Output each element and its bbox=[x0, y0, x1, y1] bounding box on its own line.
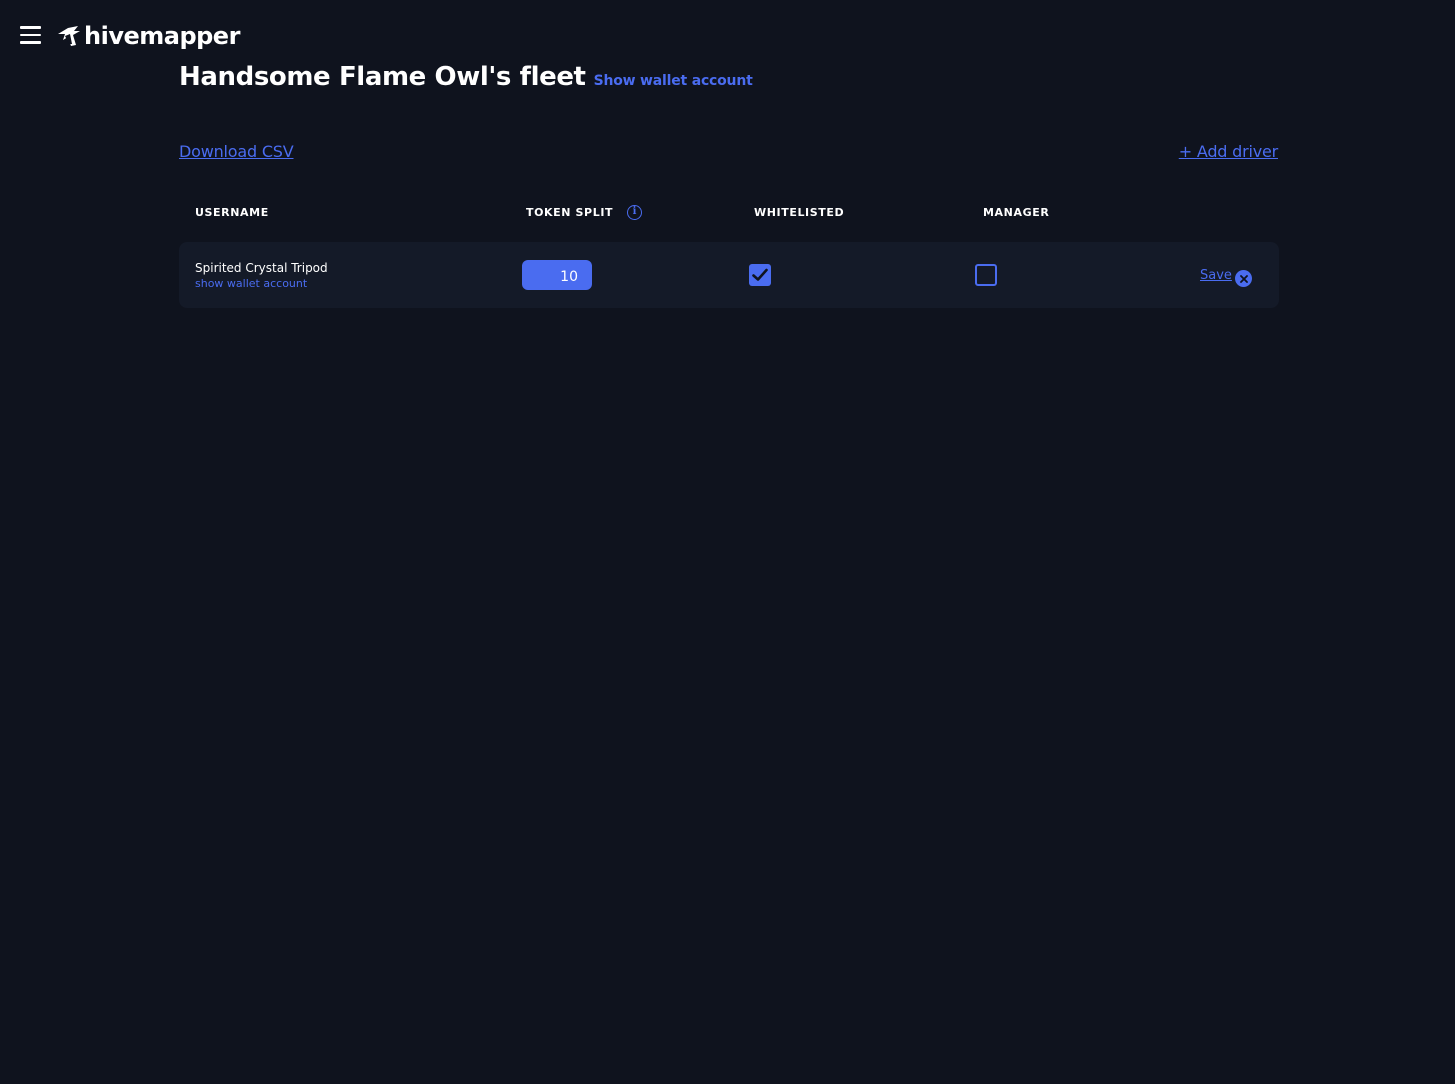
add-driver-link[interactable]: + Add driver bbox=[1179, 142, 1278, 161]
download-csv-link[interactable]: Download CSV bbox=[179, 142, 294, 161]
row-show-wallet-account-link[interactable]: show wallet account bbox=[195, 277, 307, 290]
checkmark-icon bbox=[752, 268, 768, 281]
manager-checkbox[interactable] bbox=[975, 264, 997, 286]
save-button[interactable]: Save bbox=[1200, 268, 1232, 283]
brand-logo[interactable]: hivemapper bbox=[56, 21, 240, 51]
close-circle-icon[interactable] bbox=[1235, 270, 1252, 287]
token-split-input[interactable] bbox=[522, 260, 592, 290]
show-wallet-account-link[interactable]: Show wallet account bbox=[594, 73, 753, 89]
driver-username: Spirited Crystal Tripod bbox=[195, 261, 328, 275]
brand-name: hivemapper bbox=[84, 22, 240, 50]
column-header-manager: MANAGER bbox=[983, 206, 1050, 219]
table-row: Spirited Crystal Tripod show wallet acco… bbox=[179, 242, 1279, 308]
column-header-token-split: TOKEN SPLIT bbox=[526, 206, 614, 219]
hamburger-menu-icon[interactable] bbox=[20, 26, 42, 46]
column-header-whitelisted: WHITELISTED bbox=[754, 206, 845, 219]
column-header-username: USERNAME bbox=[195, 206, 269, 219]
hivemapper-bee-logo-icon bbox=[58, 26, 80, 46]
info-icon[interactable]: i bbox=[627, 205, 642, 220]
whitelisted-checkbox[interactable] bbox=[749, 264, 771, 286]
page-title: Handsome Flame Owl's fleet bbox=[179, 62, 586, 92]
title-row: Handsome Flame Owl's fleet Show wallet a… bbox=[179, 62, 753, 92]
